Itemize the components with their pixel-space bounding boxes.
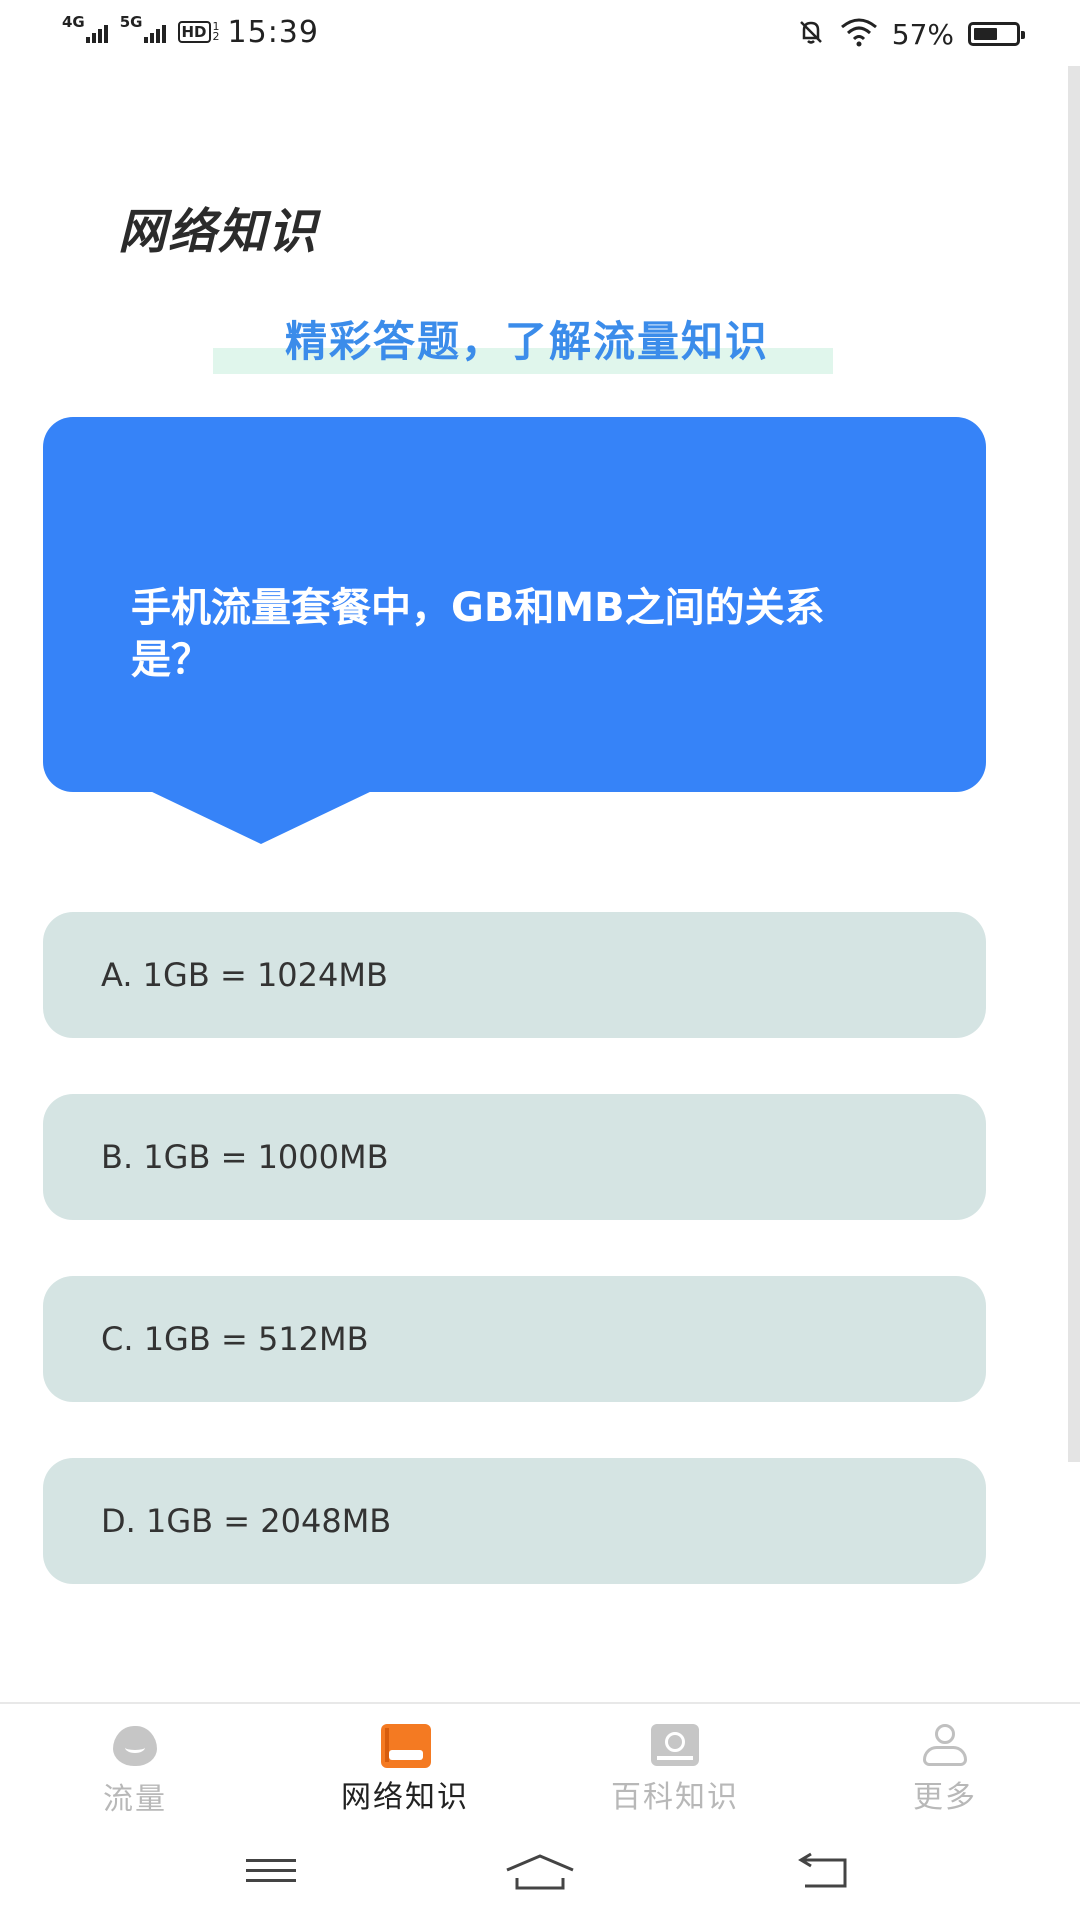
system-nav-bar <box>0 1832 1080 1920</box>
option-label: A. 1GB = 1024MB <box>101 956 388 994</box>
scrollbar[interactable] <box>1068 66 1080 1462</box>
tab-more[interactable]: 更多 <box>845 1724 1045 1816</box>
tab-label: 流量 <box>103 1782 167 1817</box>
signal-bars-icon <box>85 21 108 43</box>
option-label: B. 1GB = 1000MB <box>101 1138 389 1176</box>
battery-icon <box>968 22 1025 46</box>
question-text: 手机流量套餐中，GB和MB之间的关系是？ <box>131 585 825 683</box>
tab-network-knowledge[interactable]: 网络知识 <box>305 1724 505 1816</box>
question-card-pointer <box>148 790 374 844</box>
answer-option-d[interactable]: D. 1GB = 2048MB <box>43 1458 986 1584</box>
back-icon <box>798 1852 847 1888</box>
subtitle: 精彩答题，了解流量知识 <box>284 317 769 366</box>
tab-label: 更多 <box>913 1780 977 1815</box>
hd-sim-indicator: 1 2 <box>212 21 220 43</box>
battery-level <box>974 28 997 40</box>
tab-label: 网络知识 <box>341 1780 469 1815</box>
encyclopedia-icon <box>651 1724 699 1768</box>
network-type-label: 5G <box>119 13 143 31</box>
traffic-icon <box>111 1726 159 1770</box>
mute-notifications-icon <box>796 17 826 51</box>
user-icon <box>921 1724 969 1768</box>
subtitle-container: 精彩答题，了解流量知识 <box>0 308 1054 369</box>
wifi-icon <box>840 17 878 51</box>
hd-sub-bottom: 2 <box>212 30 220 43</box>
page-title: 网络知识 <box>118 204 319 260</box>
option-label: C. 1GB = 512MB <box>101 1320 369 1358</box>
signal-5g: 5G <box>120 13 166 43</box>
menu-icon <box>246 1859 296 1862</box>
battery-percentage: 57% <box>891 17 954 51</box>
home-button[interactable] <box>500 1852 580 1900</box>
network-type-label: 4G <box>62 13 85 31</box>
option-label: D. 1GB = 2048MB <box>101 1502 392 1540</box>
answer-option-c[interactable]: C. 1GB = 512MB <box>43 1276 986 1402</box>
question-card: 手机流量套餐中，GB和MB之间的关系是？ <box>43 417 986 792</box>
back-button[interactable] <box>785 1852 865 1900</box>
bottom-tab-bar: 流量 网络知识 百科知识 更多 <box>0 1702 1080 1834</box>
signal-bars-icon <box>143 21 166 43</box>
answer-option-a[interactable]: A. 1GB = 1024MB <box>43 912 986 1038</box>
book-icon <box>381 1724 431 1768</box>
tab-label: 百科知识 <box>611 1780 739 1815</box>
answer-option-b[interactable]: B. 1GB = 1000MB <box>43 1094 986 1220</box>
signal-4g: 4G <box>62 13 108 43</box>
home-icon <box>506 1854 574 1890</box>
tab-traffic[interactable]: 流量 <box>35 1724 235 1818</box>
tab-encyclopedia[interactable]: 百科知识 <box>575 1724 775 1816</box>
menu-button[interactable] <box>231 1852 311 1900</box>
clock: 15:39 <box>227 14 319 50</box>
status-bar: 4G 5G HD 1 2 15:39 57% <box>0 0 1080 66</box>
hd-voice-icon: HD <box>177 21 211 43</box>
